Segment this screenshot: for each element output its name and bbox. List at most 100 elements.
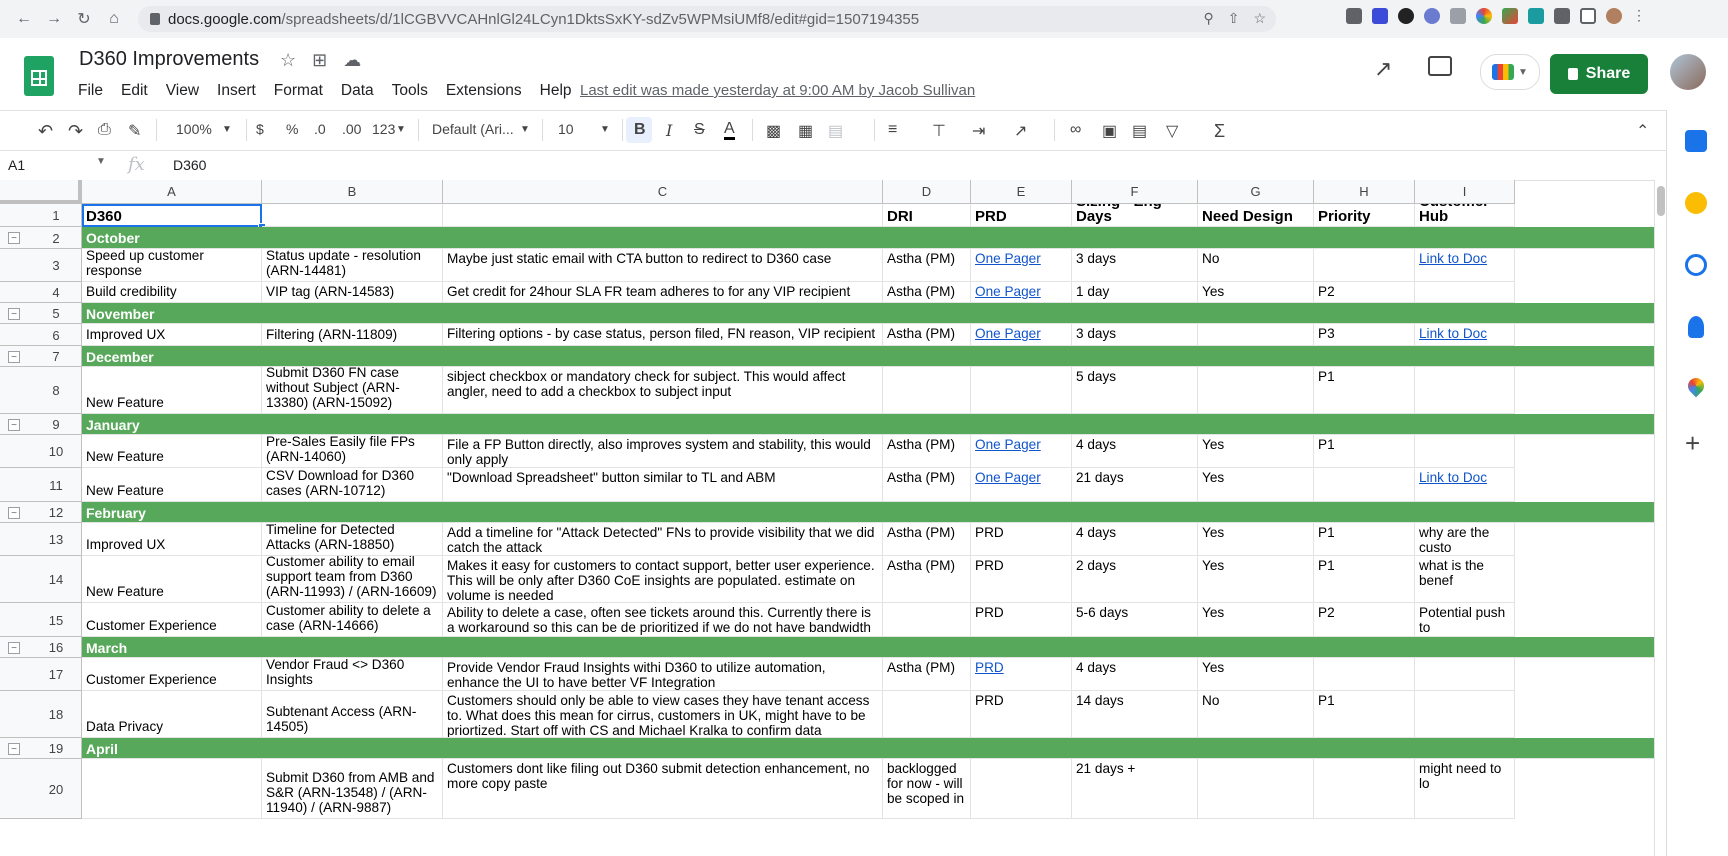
cell-a15[interactable]: Customer Experience [82,603,262,637]
row-header[interactable]: 10 [0,435,82,468]
strikethrough-icon[interactable]: S [694,121,705,139]
cell-c15[interactable]: Ability to delete a case, often see tick… [443,603,883,637]
cell-f11[interactable]: 21 days [1072,468,1198,502]
doc-link[interactable]: One Pager [975,284,1041,299]
cell-c17[interactable]: Provide Vendor Fraud Insights withi D360… [443,658,883,691]
month-band-march[interactable]: March [82,637,1654,658]
percent-format-button[interactable]: % [286,121,298,137]
scrollbar-thumb[interactable] [1657,186,1665,216]
row-header[interactable]: 11 [0,468,82,502]
header-cell[interactable]: PRD [971,204,1072,227]
header-cell[interactable]: Priority [1314,204,1415,227]
doc-link[interactable]: Link to Doc [1419,326,1487,341]
cell-d13[interactable]: Astha (PM) [883,523,971,556]
menu-help[interactable]: Help [540,82,572,100]
reload-icon[interactable]: ↻ [70,5,98,33]
month-band-february[interactable]: February [82,502,1654,523]
add-addon-icon[interactable]: + [1685,428,1700,459]
menu-file[interactable]: File [78,82,103,100]
cell-i11[interactable]: Link to Doc [1415,468,1515,502]
filter-icon[interactable]: ▽ [1166,121,1178,141]
cell-a11[interactable]: New Feature [82,468,262,502]
text-color-icon[interactable]: A [724,121,735,140]
cell-a13[interactable]: Improved UX [82,523,262,556]
cell-a8[interactable]: New Feature [82,367,262,414]
cell-c10[interactable]: File a FP Button directly, also improves… [443,435,883,468]
calendar-icon[interactable] [1685,130,1707,152]
collapse-group-icon[interactable]: − [8,641,20,654]
paint-format-icon[interactable]: ✎ [128,121,141,141]
cell-a3[interactable]: Speed up customer response [82,249,262,282]
collapse-group-icon[interactable]: − [8,350,20,363]
spreadsheet-grid[interactable]: ABCDEFGHI 1 D360 DRI PRD Sizing - Eng Days Ne… [0,180,1654,856]
row-header[interactable]: 13 [0,523,82,556]
cell-a6[interactable]: Improved UX [82,324,262,346]
undo-icon[interactable]: ↶ [38,121,53,142]
doc-link[interactable]: One Pager [975,470,1041,485]
cell-b6[interactable]: Filtering (ARN-11809) [262,324,443,346]
menu-extensions[interactable]: Extensions [446,82,522,100]
cell-g6[interactable] [1198,324,1314,346]
cell-a4[interactable]: Build credibility [82,282,262,303]
share-page-icon[interactable]: ⇧ [1228,10,1240,27]
cell-g17[interactable]: Yes [1198,658,1314,691]
cell-i6[interactable]: Link to Doc [1415,324,1515,346]
cell-b10[interactable]: Pre-Sales Easily file FPs (ARN-14060) [262,435,443,468]
column-header-e[interactable]: E [971,180,1072,204]
cell-c20[interactable]: Customers dont like filing out D360 subm… [443,759,883,819]
doc-link[interactable]: Link to Doc [1419,251,1487,266]
column-header-a[interactable]: A [82,180,262,204]
keep-icon[interactable] [1685,192,1707,214]
row-header[interactable]: 20 [0,759,82,819]
redo-icon[interactable]: ↷ [68,121,83,142]
cloud-status-icon[interactable]: ☁ [343,50,361,71]
insert-link-icon[interactable]: ∞ [1070,121,1081,139]
italic-icon[interactable]: I [666,121,672,140]
horizontal-align-icon[interactable]: ≡ [888,121,897,139]
collapse-toolbar-icon[interactable]: ⌃ [1636,121,1649,141]
font-select[interactable]: Default (Ari... [432,121,514,137]
puzzle-icon[interactable] [1554,8,1570,24]
print-icon[interactable]: ⎙ [98,121,111,139]
cell-g11[interactable]: Yes [1198,468,1314,502]
select-all-corner[interactable] [0,180,82,204]
extension-icon[interactable] [1528,8,1544,24]
cell-e3[interactable]: One Pager [971,249,1072,282]
cell-f4[interactable]: 1 day [1072,282,1198,303]
cell-b13[interactable]: Timeline for Detected Attacks (ARN-18850… [262,523,443,556]
cell-g18[interactable]: No [1198,691,1314,738]
address-bar[interactable]: docs.google.com/spreadsheets/d/1lCGBVVCA… [138,6,1276,32]
menu-data[interactable]: Data [341,82,374,100]
menu-format[interactable]: Format [274,82,323,100]
cell-i20[interactable]: might need to lo [1415,759,1515,819]
header-cell[interactable]: D360 [82,204,262,227]
row-header[interactable]: 15 [0,603,82,637]
row-header[interactable]: 17 [0,658,82,691]
menu-edit[interactable]: Edit [121,82,148,100]
cell-f8[interactable]: 5 days [1072,367,1198,414]
account-avatar[interactable] [1670,54,1706,90]
cell-e15[interactable]: PRD [971,603,1072,637]
cell-f18[interactable]: 14 days [1072,691,1198,738]
cell-d3[interactable]: Astha (PM) [883,249,971,282]
zoom-select[interactable]: 100% [176,121,212,137]
row-header[interactable]: 1 [0,204,82,227]
fill-color-icon[interactable]: ▩ [766,121,781,141]
cell-i4[interactable] [1415,282,1515,303]
cell-c14[interactable]: Makes it easy for customers to contact s… [443,556,883,603]
cell-d10[interactable]: Astha (PM) [883,435,971,468]
cell-b14[interactable]: Customer ability to email support team f… [262,556,443,603]
cell-i17[interactable] [1415,658,1515,691]
cell-d11[interactable]: Astha (PM) [883,468,971,502]
cell-f20[interactable]: 21 days + [1072,759,1198,819]
cell-a14[interactable]: New Feature [82,556,262,603]
header-cell[interactable]: DRI [883,204,971,227]
cell-d4[interactable]: Astha (PM) [883,282,971,303]
home-icon[interactable]: ⌂ [100,5,128,33]
borders-icon[interactable]: ▦ [798,121,813,141]
text-rotation-icon[interactable]: ↗ [1014,121,1027,141]
cell-c18[interactable]: Customers should only be able to view ca… [443,691,883,738]
cell-h6[interactable]: P3 [1314,324,1415,346]
cell-f10[interactable]: 4 days [1072,435,1198,468]
extension-icon[interactable] [1398,8,1414,24]
